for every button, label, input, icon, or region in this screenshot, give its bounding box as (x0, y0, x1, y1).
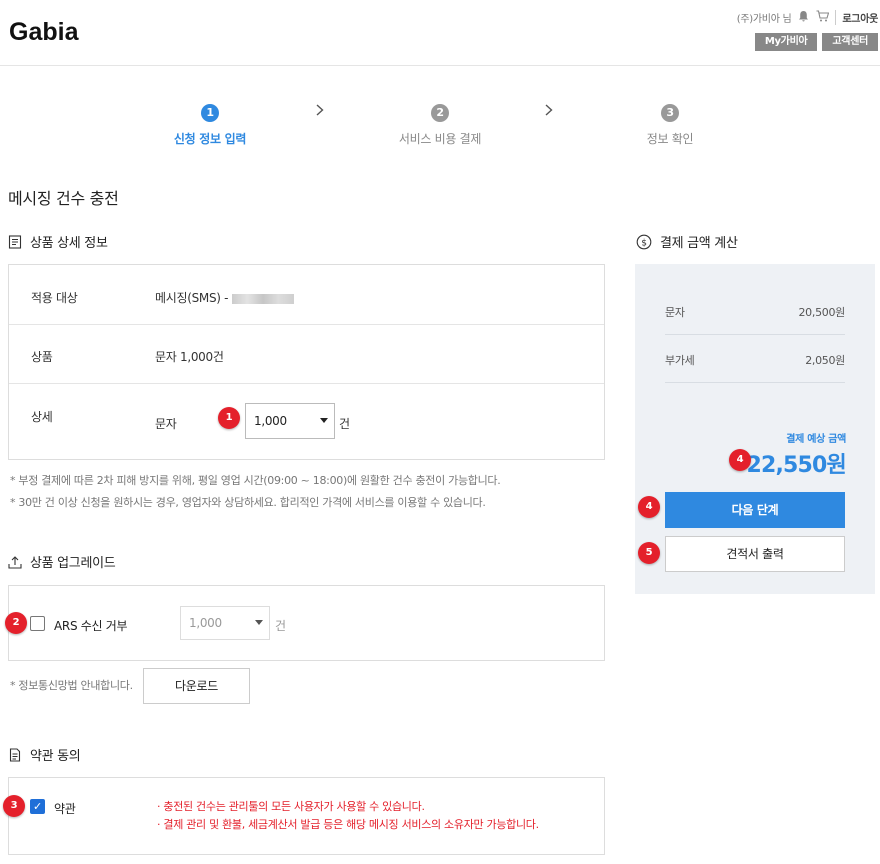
unit-label: 건 (275, 619, 286, 633)
upload-icon (8, 555, 22, 569)
terms-label: 약관 (54, 802, 76, 816)
calc-title: $ 결제 금액 계산 (636, 232, 738, 251)
estimate-amount: 22,550원 (746, 453, 846, 478)
step-label: 신청 정보 입력 (173, 132, 247, 146)
cart-icon[interactable] (816, 10, 830, 25)
user-area: (주)가비아 님 로그아웃 (737, 10, 878, 25)
price-calculation-panel: 문자 20,500원 부가세 2,050원 결제 예상 금액 22,550원 다음 … (635, 264, 875, 594)
download-button[interactable]: 다운로드 (143, 668, 250, 704)
row-key: 상품 (31, 350, 53, 364)
row-value: 메시징(SMS) - (155, 289, 295, 306)
ars-quantity-select[interactable]: 1,000 (180, 606, 270, 640)
step-1: 1 신청 정보 입력 (150, 100, 270, 147)
top-buttons: My가비아 고객센터 (754, 33, 878, 51)
section-title-text: 상품 상세 정보 (30, 236, 108, 251)
ars-checkbox[interactable] (30, 616, 45, 631)
print-quote-button[interactable]: 견적서 출력 (665, 536, 845, 572)
product-detail-title: 상품 상세 정보 (8, 232, 108, 251)
top-header: Gabia (주)가비아 님 로그아웃 My가비아 고객센터 (0, 0, 880, 66)
unit-label: 건 (339, 417, 350, 431)
row-value: 문자 (155, 417, 177, 431)
masked-domain (232, 293, 295, 304)
upgrade-box: ARS 수신 거부 1,000 건 (8, 585, 605, 661)
price-row: 부가세 2,050원 (665, 354, 845, 367)
annotation-badge: 2 (5, 612, 27, 634)
row-value: 문자 1,000건 (155, 350, 224, 364)
divider (665, 382, 845, 383)
step-number: 3 (661, 104, 679, 122)
section-title-text: 결제 금액 계산 (660, 236, 738, 251)
price-row: 문자 20,500원 (665, 306, 845, 319)
terms-text: · 충전된 건수는 관리툴의 모든 사용자가 사용할 수 있습니다. · 결제 … (157, 800, 539, 831)
annotation-badge: 1 (218, 407, 240, 429)
quantity-select[interactable]: 1,000 (245, 403, 335, 439)
upgrade-title: 상품 업그레이드 (8, 552, 116, 571)
next-step-button[interactable]: 다음 단계 (665, 492, 845, 528)
notice-text: * 30만 건 이상 신청을 원하시는 경우, 영업자와 상담하세요. 합리적인… (10, 496, 486, 509)
progress-steps: 1 신청 정보 입력 2 서비스 비용 결제 3 정보 확인 (0, 100, 880, 150)
estimate-label: 결제 예상 금액 (786, 434, 846, 445)
annotation-badge: 5 (638, 542, 660, 564)
row-key: 상세 (31, 410, 53, 424)
step-label: 정보 확인 (646, 132, 694, 146)
step-2: 2 서비스 비용 결제 (380, 100, 500, 147)
product-detail-table: 적용 대상 메시징(SMS) - 상품 문자 1,000건 상세 문자 1,00… (8, 264, 605, 460)
terms-box: ✓ 약관 · 충전된 건수는 관리툴의 모든 사용자가 사용할 수 있습니다. … (8, 777, 605, 855)
step-number: 2 (431, 104, 449, 122)
bell-icon[interactable] (798, 10, 809, 25)
step-label: 서비스 비용 결제 (398, 132, 482, 146)
table-row: 적용 대상 메시징(SMS) - (9, 265, 604, 325)
logo[interactable]: Gabia (9, 18, 78, 47)
terms-checkbox[interactable]: ✓ (30, 799, 45, 814)
document-icon (8, 747, 22, 762)
chevron-right-icon (545, 104, 553, 120)
svg-text:$: $ (641, 238, 646, 248)
ars-label: ARS 수신 거부 (54, 619, 128, 633)
step-number: 1 (201, 104, 219, 122)
annotation-badge: 4 (638, 496, 660, 518)
user-name: (주)가비아 님 (736, 14, 792, 25)
receipt-icon (8, 234, 22, 249)
notice-text: * 정보통신망법 안내합니다. (10, 679, 133, 692)
chevron-down-icon (255, 620, 263, 625)
step-3: 3 정보 확인 (610, 100, 730, 147)
notice-text: * 부정 결제에 따른 2차 피해 방지를 위해, 평일 영업 시간(09:00… (10, 474, 501, 487)
support-button[interactable]: 고객센터 (822, 33, 878, 51)
coin-icon: $ (636, 234, 652, 250)
chevron-down-icon (320, 418, 328, 423)
section-title-text: 상품 업그레이드 (30, 556, 116, 571)
row-key: 적용 대상 (31, 291, 78, 305)
table-row: 상품 문자 1,000건 (9, 325, 604, 384)
table-row: 상세 문자 1,000 건 (9, 384, 604, 460)
annotation-badge: 4 (729, 449, 751, 471)
chevron-right-icon (316, 104, 324, 120)
divider (665, 334, 845, 335)
mygabia-button[interactable]: My가비아 (754, 33, 818, 51)
page-title: 메시징 건수 충전 (8, 189, 119, 208)
section-title-text: 약관 동의 (30, 749, 81, 764)
terms-title: 약관 동의 (8, 745, 81, 764)
annotation-badge: 3 (3, 795, 25, 817)
logout-link[interactable]: 로그아웃 (835, 10, 878, 25)
